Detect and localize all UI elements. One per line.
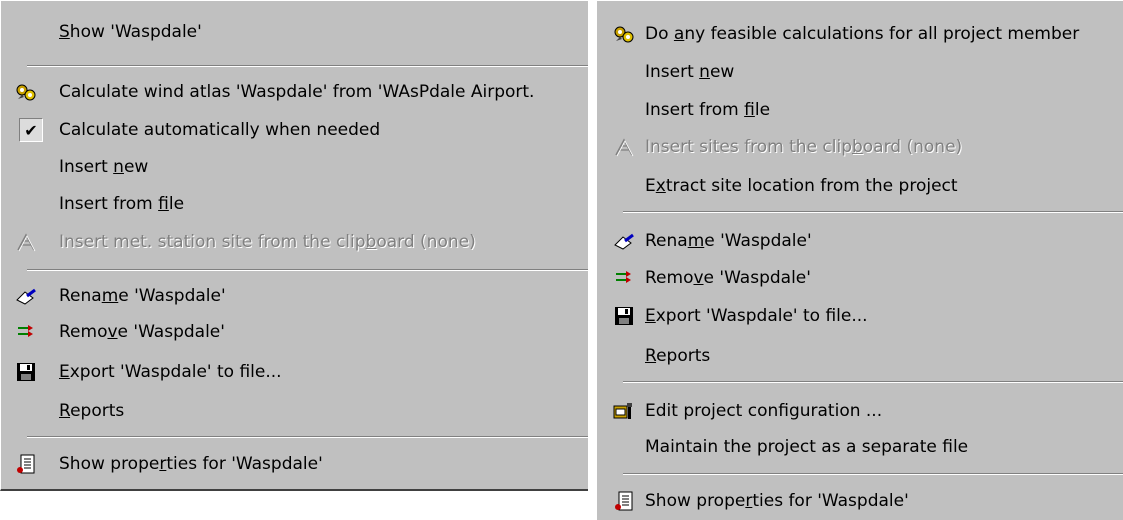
menu-separator	[27, 65, 588, 67]
menu-item-label: Do any feasible calculations for all pro…	[645, 24, 1080, 44]
menu-item-label: Insert met. station site from the clipbo…	[59, 232, 476, 252]
gears-icon	[613, 24, 635, 44]
menu-item-insert-from-clipboard[interactable]: Insert sites from the clipboard (none)	[597, 132, 1123, 162]
menu-item-calculate-all[interactable]: Do any feasible calculations for all pro…	[597, 19, 1123, 49]
menu-item-label: Export 'Waspdale' to file...	[59, 362, 282, 382]
menu-item-edit-project-configuration[interactable]: Edit project configuration ...	[597, 396, 1123, 426]
menu-item-label: Calculate automatically when needed	[59, 120, 381, 140]
menu-item-reports[interactable]: Reports	[1, 396, 588, 426]
menu-item-label: Show properties for 'Waspdale'	[645, 491, 909, 511]
menu-item-label: Maintain the project as a separate file	[645, 437, 969, 457]
menu-item-show-properties[interactable]: Show properties for 'Waspdale'	[1, 449, 588, 479]
properties-page-icon	[15, 454, 37, 474]
menu-item-label: Show properties for 'Waspdale'	[59, 454, 323, 474]
menu-item-calculate-wind-atlas[interactable]: Calculate wind atlas 'Waspdale' from 'WA…	[1, 77, 588, 107]
menu-item-label: Edit project configuration ...	[645, 401, 883, 421]
menu-item-label: Insert from file	[59, 194, 185, 214]
menu-item-label: Insert from file	[645, 100, 771, 120]
menu-item-label: Insert new	[59, 157, 149, 177]
menu-item-export[interactable]: Export 'Waspdale' to file...	[1, 357, 588, 387]
remove-arrow-icon	[613, 268, 635, 288]
menu-item-label: Remove 'Waspdale'	[59, 322, 225, 342]
floppy-disk-icon	[613, 306, 635, 326]
menu-separator	[623, 211, 1123, 213]
menu-item-insert-from-clipboard[interactable]: Insert met. station site from the clipbo…	[1, 227, 588, 257]
menu-item-remove[interactable]: Remove 'Waspdale'	[1, 317, 588, 347]
menu-item-label: Rename 'Waspdale'	[59, 286, 226, 306]
menu-item-remove[interactable]: Remove 'Waspdale'	[597, 263, 1123, 293]
remove-arrow-icon	[15, 322, 37, 342]
gears-icon	[15, 82, 37, 102]
menu-separator	[623, 473, 1123, 475]
menu-item-label: Insert sites from the clipboard (none)	[645, 137, 963, 157]
context-menu-left: Show 'Waspdale' Calculate wind atlas 'Wa…	[0, 0, 588, 491]
menu-item-export[interactable]: Export 'Waspdale' to file...	[597, 301, 1123, 331]
paste-sites-icon	[15, 232, 37, 252]
menu-item-reports[interactable]: Reports	[597, 341, 1123, 371]
menu-item-label: Export 'Waspdale' to file...	[645, 306, 868, 326]
context-menu-right: Do any feasible calculations for all pro…	[596, 0, 1123, 520]
rename-pen-icon	[15, 286, 37, 306]
menu-separator	[623, 381, 1123, 383]
menu-item-label: Reports	[59, 401, 125, 421]
floppy-disk-icon	[15, 362, 37, 382]
menu-item-insert-from-file[interactable]: Insert from file	[1, 189, 588, 219]
menu-item-rename[interactable]: Rename 'Waspdale'	[1, 281, 588, 311]
menu-item-insert-new[interactable]: Insert new	[1, 152, 588, 182]
menu-item-insert-from-file[interactable]: Insert from file	[597, 95, 1123, 125]
checkmark-icon: ✔	[19, 118, 43, 142]
menu-item-insert-new[interactable]: Insert new	[597, 57, 1123, 87]
menu-item-calculate-automatically[interactable]: ✔ Calculate automatically when needed	[1, 115, 588, 145]
menu-item-label: Calculate wind atlas 'Waspdale' from 'WA…	[59, 82, 535, 102]
menu-item-extract-site-location[interactable]: Extract site location from the project	[597, 171, 1123, 201]
rename-pen-icon	[613, 231, 635, 251]
menu-item-label: Extract site location from the project	[645, 176, 958, 196]
project-config-icon	[613, 401, 635, 421]
menu-separator	[27, 269, 588, 271]
menu-separator	[27, 436, 588, 438]
menu-item-show-properties[interactable]: Show properties for 'Waspdale'	[597, 486, 1123, 516]
menu-item-label: Reports	[645, 346, 711, 366]
menu-item-rename[interactable]: Rename 'Waspdale'	[597, 226, 1123, 256]
properties-page-icon	[613, 491, 635, 511]
menu-item-maintain-separate-file[interactable]: Maintain the project as a separate file	[597, 432, 1123, 462]
menu-item-label: Insert new	[645, 62, 735, 82]
menu-item-label: Show 'Waspdale'	[59, 22, 202, 42]
menu-item-label: Rename 'Waspdale'	[645, 231, 812, 251]
paste-sites-icon	[613, 137, 635, 157]
menu-item-label: Remove 'Waspdale'	[645, 268, 811, 288]
menu-item-show[interactable]: Show 'Waspdale'	[1, 17, 588, 47]
